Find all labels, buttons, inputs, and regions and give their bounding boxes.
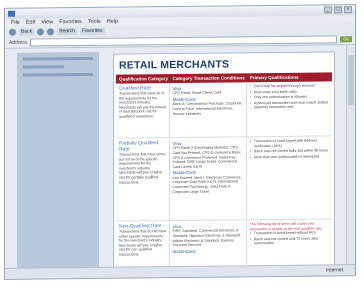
address-label: Address <box>9 39 28 46</box>
qualification-item: Batch was not closed daily, but within 4… <box>250 149 330 154</box>
qualification-item: Only one authorization is allowed <box>250 95 330 100</box>
browser-icon <box>8 10 15 17</box>
favorites-button[interactable]: Favorites <box>79 27 105 36</box>
back-icon[interactable] <box>9 28 16 36</box>
card-conditions: Key Entered, Merit I, Electronic Commerc… <box>172 175 242 194</box>
maximize-button[interactable]: □ <box>334 6 342 14</box>
qualification-item: Authorized transaction and must match se… <box>250 100 330 110</box>
menu-file[interactable]: File <box>11 19 20 27</box>
document-page: RETAIL MERCHANTS Qualification Category … <box>113 51 335 269</box>
search-button[interactable]: Search <box>57 28 77 36</box>
page-title: RETAIL MERCHANTS <box>119 58 230 72</box>
nav-placeholder[interactable] <box>23 72 93 77</box>
qualification-item: Transaction is hand keyed without AVS <box>250 231 330 236</box>
qualification-item: Must enter your batch daily <box>250 89 330 94</box>
menu-edit[interactable]: Edit <box>26 19 35 27</box>
back-button[interactable]: Back <box>19 28 35 36</box>
security-zone: Internet <box>326 267 343 274</box>
card-conditions: Merit III, Convenience Purchase, Corpora… <box>172 101 242 116</box>
table-row: Partially Qualified Rate Transactions th… <box>116 136 332 222</box>
card-conditions: CPS Retail 2 (Developing Markets), CPS C… <box>172 145 242 169</box>
table-row: Qualified Rate Transactions that meet al… <box>116 81 332 139</box>
forward-icon[interactable] <box>37 28 45 36</box>
refresh-icon[interactable] <box>47 28 55 36</box>
menu-tools[interactable]: Tools <box>88 18 101 26</box>
menu-view[interactable]: View <box>41 18 53 26</box>
card-conditions: CPS Retail, Retail Check Card <box>172 90 222 96</box>
qualification-item: Card must be swiped through terminal <box>250 83 330 89</box>
status-bar: Internet <box>5 264 355 279</box>
card-conditions: EIRF, Standard, Commercial Electronic & … <box>172 228 242 248</box>
close-button[interactable]: × <box>344 6 352 14</box>
nav-placeholder[interactable] <box>23 65 64 69</box>
scrollbar-thumb[interactable] <box>348 55 354 106</box>
qualification-item: More than one authorization is attempted <box>250 154 330 159</box>
card-label: MasterCard: <box>172 248 197 254</box>
nav-placeholder[interactable] <box>23 56 93 61</box>
menu-favorites[interactable]: Favorites <box>59 18 82 26</box>
menu-help[interactable]: Help <box>107 18 118 26</box>
category-desc: Transactions that do not meet either spe… <box>119 229 167 257</box>
browser-window: _ □ × File Edit View Favorites Tools Hel… <box>4 4 356 280</box>
go-button[interactable]: Go <box>340 36 352 43</box>
category-desc: Transactions that meet all of the requir… <box>119 91 166 119</box>
vertical-scrollbar[interactable] <box>346 45 355 266</box>
left-navigation <box>17 51 99 269</box>
qualification-item: Batch was not closed until 72 hours afte… <box>250 236 330 246</box>
minimize-button[interactable]: _ <box>324 6 332 14</box>
page-viewport: RETAIL MERCHANTS Qualification Category … <box>5 45 347 269</box>
table-row: Non-Qualified Rate Transactions that do … <box>116 219 332 269</box>
category-desc: Transactions that meet some, but not all… <box>119 152 167 185</box>
category-title: Partially Qualified Rate <box>119 140 158 153</box>
qualification-item: Transaction is hand keyed with Address V… <box>250 138 330 148</box>
